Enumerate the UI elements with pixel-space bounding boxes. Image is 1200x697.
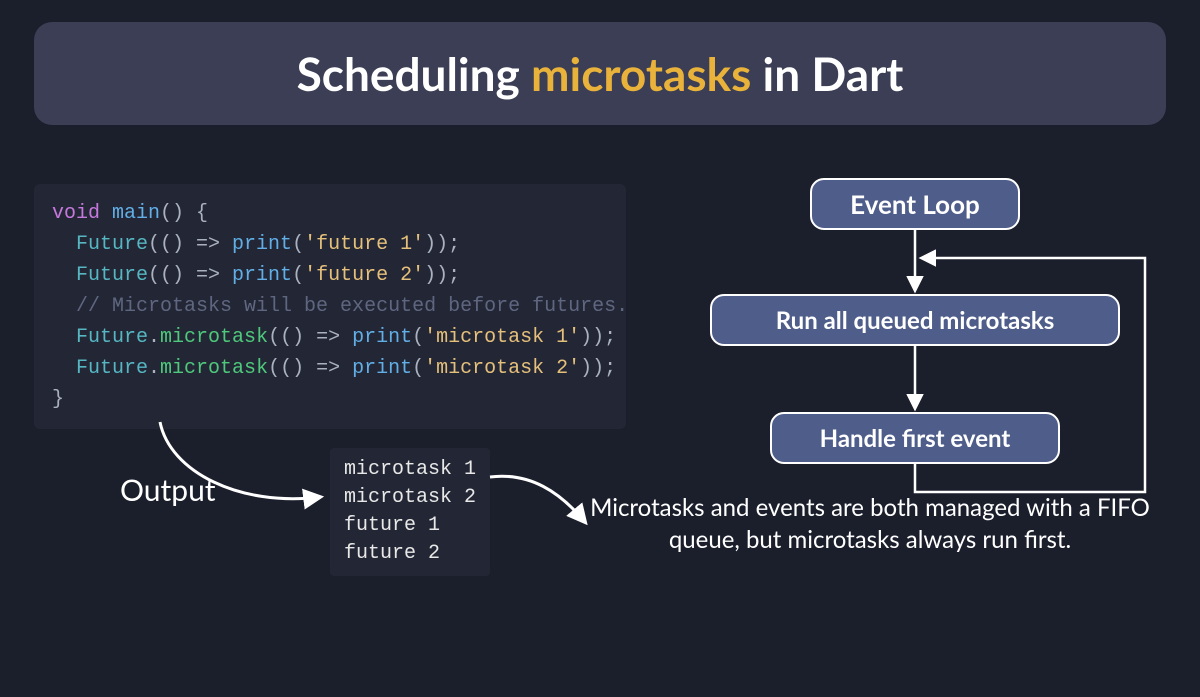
code-microtask-4: microtask bbox=[160, 357, 268, 380]
code-future-2: Future bbox=[76, 264, 148, 287]
code-kw-void: void bbox=[52, 202, 100, 225]
code-future-3: Future bbox=[76, 326, 148, 349]
code-cc-4: )); bbox=[580, 357, 616, 380]
code-open: () { bbox=[160, 202, 208, 225]
code-cc-2: )); bbox=[424, 264, 460, 287]
code-lambda-3: (() => bbox=[268, 326, 352, 349]
code-block: void main() { Future(() => print('future… bbox=[34, 184, 626, 429]
code-str-m1: 'microtask 1' bbox=[424, 326, 580, 349]
code-brace-close: } bbox=[52, 388, 64, 411]
page-title: Scheduling microtasks in Dart bbox=[34, 22, 1166, 125]
code-po-2: ( bbox=[292, 264, 304, 287]
code-future-1: Future bbox=[76, 233, 148, 256]
code-lambda-4: (() => bbox=[268, 357, 352, 380]
code-fn-main: main bbox=[112, 202, 160, 225]
code-cc-1: )); bbox=[424, 233, 460, 256]
code-str-f2: 'future 2' bbox=[304, 264, 424, 287]
code-print-1: print bbox=[232, 233, 292, 256]
code-cc-3: )); bbox=[580, 326, 616, 349]
code-print-4: print bbox=[352, 357, 412, 380]
code-print-2: print bbox=[232, 264, 292, 287]
code-microtask-3: microtask bbox=[160, 326, 268, 349]
code-future-4: Future bbox=[76, 357, 148, 380]
title-highlight: microtasks bbox=[531, 46, 751, 101]
code-print-3: print bbox=[352, 326, 412, 349]
code-comment: // Microtasks will be executed before fu… bbox=[76, 295, 628, 318]
code-dot-3: . bbox=[148, 326, 160, 349]
flow-box-event-loop: Event Loop bbox=[810, 178, 1020, 230]
output-label: Output bbox=[120, 472, 216, 508]
code-dot-4: . bbox=[148, 357, 160, 380]
flow-box-handle-event: Handle first event bbox=[770, 412, 1060, 464]
footnote-text: Microtasks and events are both managed w… bbox=[560, 492, 1180, 557]
code-po-3: ( bbox=[412, 326, 424, 349]
code-str-m2: 'microtask 2' bbox=[424, 357, 580, 380]
code-str-f1: 'future 1' bbox=[304, 233, 424, 256]
code-lambda-2: (() => bbox=[148, 264, 232, 287]
output-block: microtask 1 microtask 2 future 1 future … bbox=[330, 448, 490, 576]
title-pre: Scheduling bbox=[297, 46, 531, 101]
flow-box-microtasks: Run all queued microtasks bbox=[710, 294, 1120, 346]
code-po-4: ( bbox=[412, 357, 424, 380]
title-post: in Dart bbox=[751, 46, 903, 101]
code-po-1: ( bbox=[292, 233, 304, 256]
code-lambda-1: (() => bbox=[148, 233, 232, 256]
